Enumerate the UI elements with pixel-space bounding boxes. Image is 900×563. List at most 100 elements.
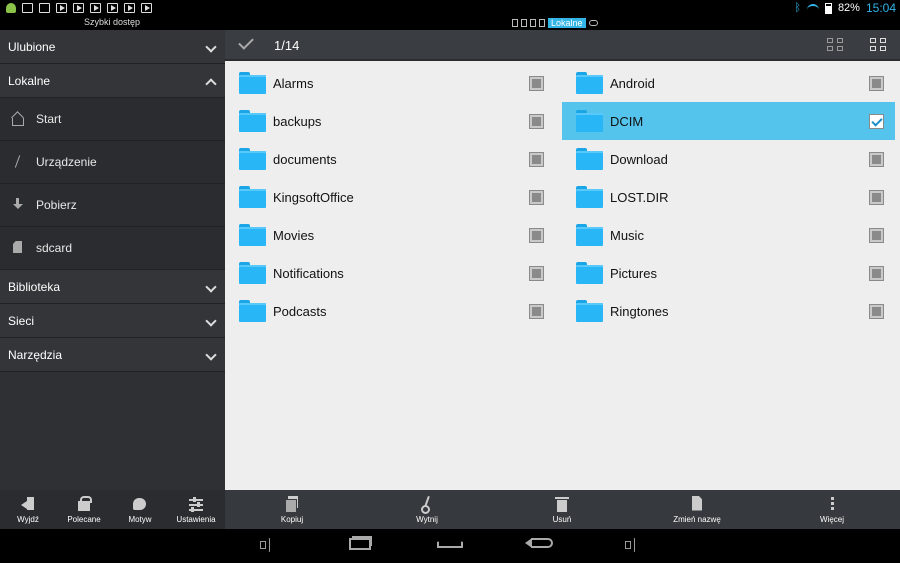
settings-button[interactable]: Ustawienia: [168, 490, 224, 529]
file-checkbox[interactable]: [529, 265, 544, 281]
play-icon: [107, 3, 118, 13]
folder-icon: [576, 72, 603, 94]
play-icon: [56, 3, 67, 13]
select-interval-icon[interactable]: [827, 38, 844, 53]
phone-icon[interactable]: [521, 19, 527, 27]
file-checkbox-checked[interactable]: [869, 113, 884, 129]
folder-icon: [239, 300, 266, 322]
network-icon[interactable]: [530, 19, 536, 27]
file-checkbox[interactable]: [869, 189, 884, 205]
chevron-down-icon: [206, 42, 215, 51]
file-checkbox[interactable]: [529, 189, 544, 205]
sidebar-item-download[interactable]: Pobierz: [0, 184, 225, 227]
file-name: DCIM: [610, 113, 644, 129]
file-checkbox[interactable]: [869, 303, 884, 319]
file-row[interactable]: Music: [562, 216, 895, 254]
folder-icon: [576, 224, 603, 246]
file-row[interactable]: Podcasts: [225, 292, 555, 330]
phone-icon[interactable]: [539, 19, 545, 27]
file-checkbox[interactable]: [869, 75, 884, 91]
battery-icon: [824, 2, 832, 14]
home-icon: [10, 111, 26, 127]
volume-up-icon[interactable]: [625, 538, 637, 550]
cut-button[interactable]: Wytnij: [387, 490, 467, 529]
file-checkbox[interactable]: [529, 227, 544, 243]
file-checkbox[interactable]: [529, 151, 544, 167]
file-row[interactable]: Pictures: [562, 254, 895, 292]
sdcard-icon: [10, 240, 26, 256]
image-icon: [22, 3, 33, 13]
file-row-selected[interactable]: DCIM: [562, 102, 895, 140]
sidebar-item-label: Pobierz: [36, 198, 77, 212]
sliders-icon: [189, 496, 203, 512]
palette-icon: [133, 496, 147, 512]
file-name: LOST.DIR: [610, 189, 669, 205]
folder-icon: [239, 186, 266, 208]
file-checkbox[interactable]: [869, 151, 884, 167]
done-check-icon[interactable]: [238, 34, 254, 50]
more-button[interactable]: Więcej: [792, 490, 872, 529]
sidebar-section-library[interactable]: Biblioteka: [0, 270, 225, 304]
sidebar-section-network[interactable]: Sieci: [0, 304, 225, 338]
folder-icon: [239, 262, 266, 284]
file-name: Notifications: [273, 265, 344, 281]
file-row[interactable]: Movies: [225, 216, 555, 254]
sidebar-item-device[interactable]: Urządzenie: [0, 141, 225, 184]
file-row[interactable]: Notifications: [225, 254, 555, 292]
toolbar-label: Polecane: [67, 514, 101, 524]
phone-icon[interactable]: [512, 19, 518, 27]
cloud-icon[interactable]: [588, 20, 598, 26]
sidebar-item-start[interactable]: Start: [0, 98, 225, 141]
file-row[interactable]: Ringtones: [562, 292, 895, 330]
action-label: Wytnij: [416, 514, 438, 524]
file-name: backups: [273, 113, 322, 129]
toolbar-label: Motyw: [128, 514, 152, 524]
file-row[interactable]: Alarms: [225, 64, 555, 102]
recommended-button[interactable]: Polecane: [56, 490, 112, 529]
delete-button[interactable]: Usuń: [522, 490, 602, 529]
file-row[interactable]: LOST.DIR: [562, 178, 895, 216]
exit-button[interactable]: Wyjdź: [0, 490, 56, 529]
theme-button[interactable]: Motyw: [112, 490, 168, 529]
file-row[interactable]: KingsoftOffice: [225, 178, 555, 216]
copy-button[interactable]: Kopiuj: [252, 490, 332, 529]
file-row[interactable]: backups: [225, 102, 555, 140]
action-label: Więcej: [819, 514, 844, 524]
file-row[interactable]: Android: [562, 64, 895, 102]
file-name: Alarms: [273, 75, 314, 91]
sidebar-item-sdcard[interactable]: sdcard: [0, 227, 225, 270]
file-checkbox[interactable]: [869, 227, 884, 243]
exit-icon: [21, 496, 35, 512]
sidebar-section-local[interactable]: Lokalne: [0, 64, 225, 98]
file-row[interactable]: documents: [225, 140, 555, 178]
device-icon: [10, 154, 26, 170]
sidebar-toolbar: Wyjdź Polecane Motyw Ustawienia: [0, 490, 225, 529]
bluetooth-icon: ᛒ: [794, 2, 801, 14]
copy-icon: [285, 495, 299, 513]
file-checkbox[interactable]: [529, 75, 544, 91]
file-checkbox[interactable]: [869, 265, 884, 281]
folder-icon: [576, 186, 603, 208]
play-icon: [90, 3, 101, 13]
chevron-down-icon: [206, 316, 215, 325]
sidebar-section-favorites[interactable]: Ulubione: [0, 30, 225, 64]
select-all-icon[interactable]: [870, 38, 887, 53]
system-status: ᛒ 82% 15:04: [794, 1, 896, 15]
quick-access-label[interactable]: Szybki dostęp: [84, 17, 140, 27]
selection-header: 1/14: [225, 30, 900, 61]
home-icon[interactable]: [437, 538, 463, 548]
sidebar-item-label: Start: [36, 112, 62, 126]
scissors-icon: [420, 496, 434, 514]
file-row[interactable]: Download: [562, 140, 895, 178]
recents-icon[interactable]: [349, 538, 371, 550]
back-icon[interactable]: [525, 538, 553, 548]
location-tab-active[interactable]: Lokalne: [548, 18, 586, 28]
rename-icon: [690, 496, 704, 512]
file-checkbox[interactable]: [529, 113, 544, 129]
sidebar-section-tools[interactable]: Narzędzia: [0, 338, 225, 372]
file-name: Movies: [273, 227, 315, 243]
location-tabs: Lokalne: [512, 18, 598, 28]
rename-button[interactable]: Zmień nazwę: [657, 490, 737, 529]
file-checkbox[interactable]: [529, 303, 544, 319]
volume-down-icon[interactable]: [260, 538, 272, 550]
